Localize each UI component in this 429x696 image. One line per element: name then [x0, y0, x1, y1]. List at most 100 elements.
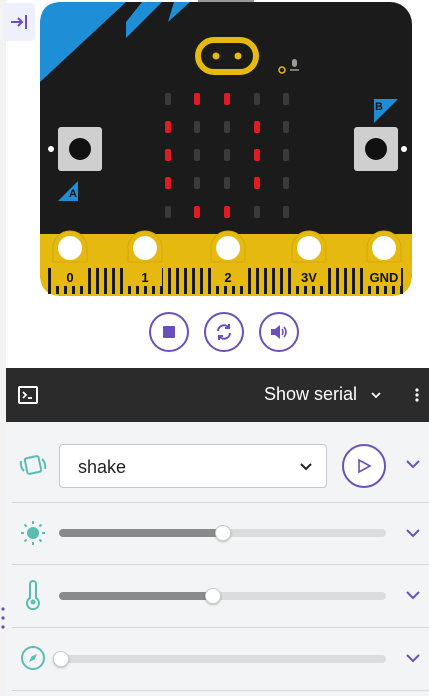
- connector-tooth: [272, 268, 275, 294]
- connector-tooth: [248, 268, 251, 294]
- led-on: [254, 177, 260, 189]
- pin-gnd[interactable]: GND: [366, 230, 402, 286]
- microbit-board: A B 0 1 2 3V GND: [40, 0, 412, 296]
- pin-label: 0: [66, 270, 73, 285]
- resize-handle-icon[interactable]: [0, 605, 6, 631]
- connector-tooth: [256, 268, 259, 294]
- led-on: [194, 206, 200, 218]
- led-off: [254, 93, 260, 105]
- connector-tooth: [104, 268, 107, 294]
- pin-hole: [297, 236, 321, 260]
- led-off: [194, 121, 200, 133]
- expand-compass-chevron-icon[interactable]: [405, 650, 421, 666]
- pin-hole: [372, 236, 396, 260]
- thermometer-icon: [26, 580, 40, 610]
- pin-label: 1: [141, 270, 148, 285]
- led-off: [283, 177, 289, 189]
- collapse-icon: [11, 15, 27, 29]
- row-divider: [12, 627, 429, 628]
- terminal-icon: [18, 386, 38, 404]
- show-serial-button[interactable]: Show serial: [264, 384, 357, 405]
- connector-tooth: [328, 268, 331, 294]
- row-divider: [12, 690, 429, 691]
- compass-slider[interactable]: [53, 651, 386, 667]
- led-off: [224, 121, 230, 133]
- led-off: [165, 93, 171, 105]
- play-icon: [358, 458, 372, 474]
- restart-button[interactable]: [204, 312, 244, 352]
- led-off: [194, 177, 200, 189]
- expand-gesture-chevron-icon[interactable]: [405, 456, 421, 472]
- pin-3v[interactable]: 3V: [291, 230, 327, 286]
- led-on: [224, 93, 230, 105]
- pin-1[interactable]: 1: [127, 230, 163, 286]
- connector-tooth: [48, 268, 51, 294]
- pin-2[interactable]: 2: [210, 230, 246, 286]
- connector-tooth: [192, 268, 195, 294]
- light-slider[interactable]: [59, 525, 386, 541]
- send-gesture-button[interactable]: [342, 444, 386, 488]
- led-on: [165, 149, 171, 161]
- connector-tooth: [336, 268, 339, 294]
- button-a[interactable]: [58, 127, 102, 171]
- pin-hole: [58, 236, 82, 260]
- pin-hole: [133, 236, 157, 260]
- led-off: [283, 149, 289, 161]
- connector-tooth: [344, 268, 347, 294]
- led-on: [165, 177, 171, 189]
- gesture-icon: [19, 455, 47, 475]
- expand-light-chevron-icon[interactable]: [405, 525, 421, 541]
- pin-label: GND: [370, 270, 399, 285]
- light-slider-thumb[interactable]: [214, 525, 231, 541]
- expand-temperature-chevron-icon[interactable]: [405, 587, 421, 603]
- pin-hole: [216, 236, 240, 260]
- gesture-select-value: shake: [78, 457, 127, 477]
- gesture-select[interactable]: shake: [59, 444, 327, 488]
- button-a-label: A: [69, 188, 77, 200]
- row-divider: [12, 502, 429, 503]
- stop-button[interactable]: [149, 312, 189, 352]
- temperature-slider[interactable]: [59, 588, 386, 604]
- light-icon: [21, 521, 45, 545]
- row-divider: [12, 564, 429, 565]
- led-off: [165, 206, 171, 218]
- stop-icon: [163, 326, 175, 338]
- connector-tooth: [168, 268, 171, 294]
- connector-tooth: [88, 268, 91, 294]
- light-slider-fill: [59, 529, 223, 537]
- compass-slider-thumb[interactable]: [53, 651, 69, 667]
- connector-tooth: [200, 268, 203, 294]
- button-b[interactable]: [354, 127, 398, 171]
- connector-tooth: [176, 268, 179, 294]
- led-off: [224, 149, 230, 161]
- chevron-down-icon[interactable]: [370, 390, 382, 400]
- connector-tooth: [352, 268, 355, 294]
- led-off: [283, 93, 289, 105]
- mute-button[interactable]: [259, 312, 299, 352]
- pin-0[interactable]: 0: [52, 230, 88, 286]
- led-off: [194, 149, 200, 161]
- connector-tooth: [360, 268, 363, 294]
- led-off: [224, 177, 230, 189]
- led-on: [224, 206, 230, 218]
- chevron-down-icon: [300, 463, 312, 471]
- restart-icon: [217, 324, 231, 340]
- led-off: [254, 206, 260, 218]
- led-on: [194, 93, 200, 105]
- led-off: [283, 121, 289, 133]
- more-options-icon[interactable]: [414, 387, 420, 403]
- compass-icon: [21, 646, 45, 670]
- pin-label: 2: [224, 270, 231, 285]
- connector-tooth: [96, 268, 99, 294]
- connector-tooth: [264, 268, 267, 294]
- connector-tooth: [280, 268, 283, 294]
- button-b-label: B: [375, 101, 383, 113]
- pin-label: 3V: [301, 270, 317, 285]
- led-on: [165, 121, 171, 133]
- temperature-slider-thumb[interactable]: [204, 588, 221, 604]
- connector-tooth: [184, 268, 187, 294]
- connector-tooth: [120, 268, 123, 294]
- collapse-simulator-button[interactable]: [3, 3, 35, 41]
- led-off: [283, 206, 289, 218]
- led-on: [254, 121, 260, 133]
